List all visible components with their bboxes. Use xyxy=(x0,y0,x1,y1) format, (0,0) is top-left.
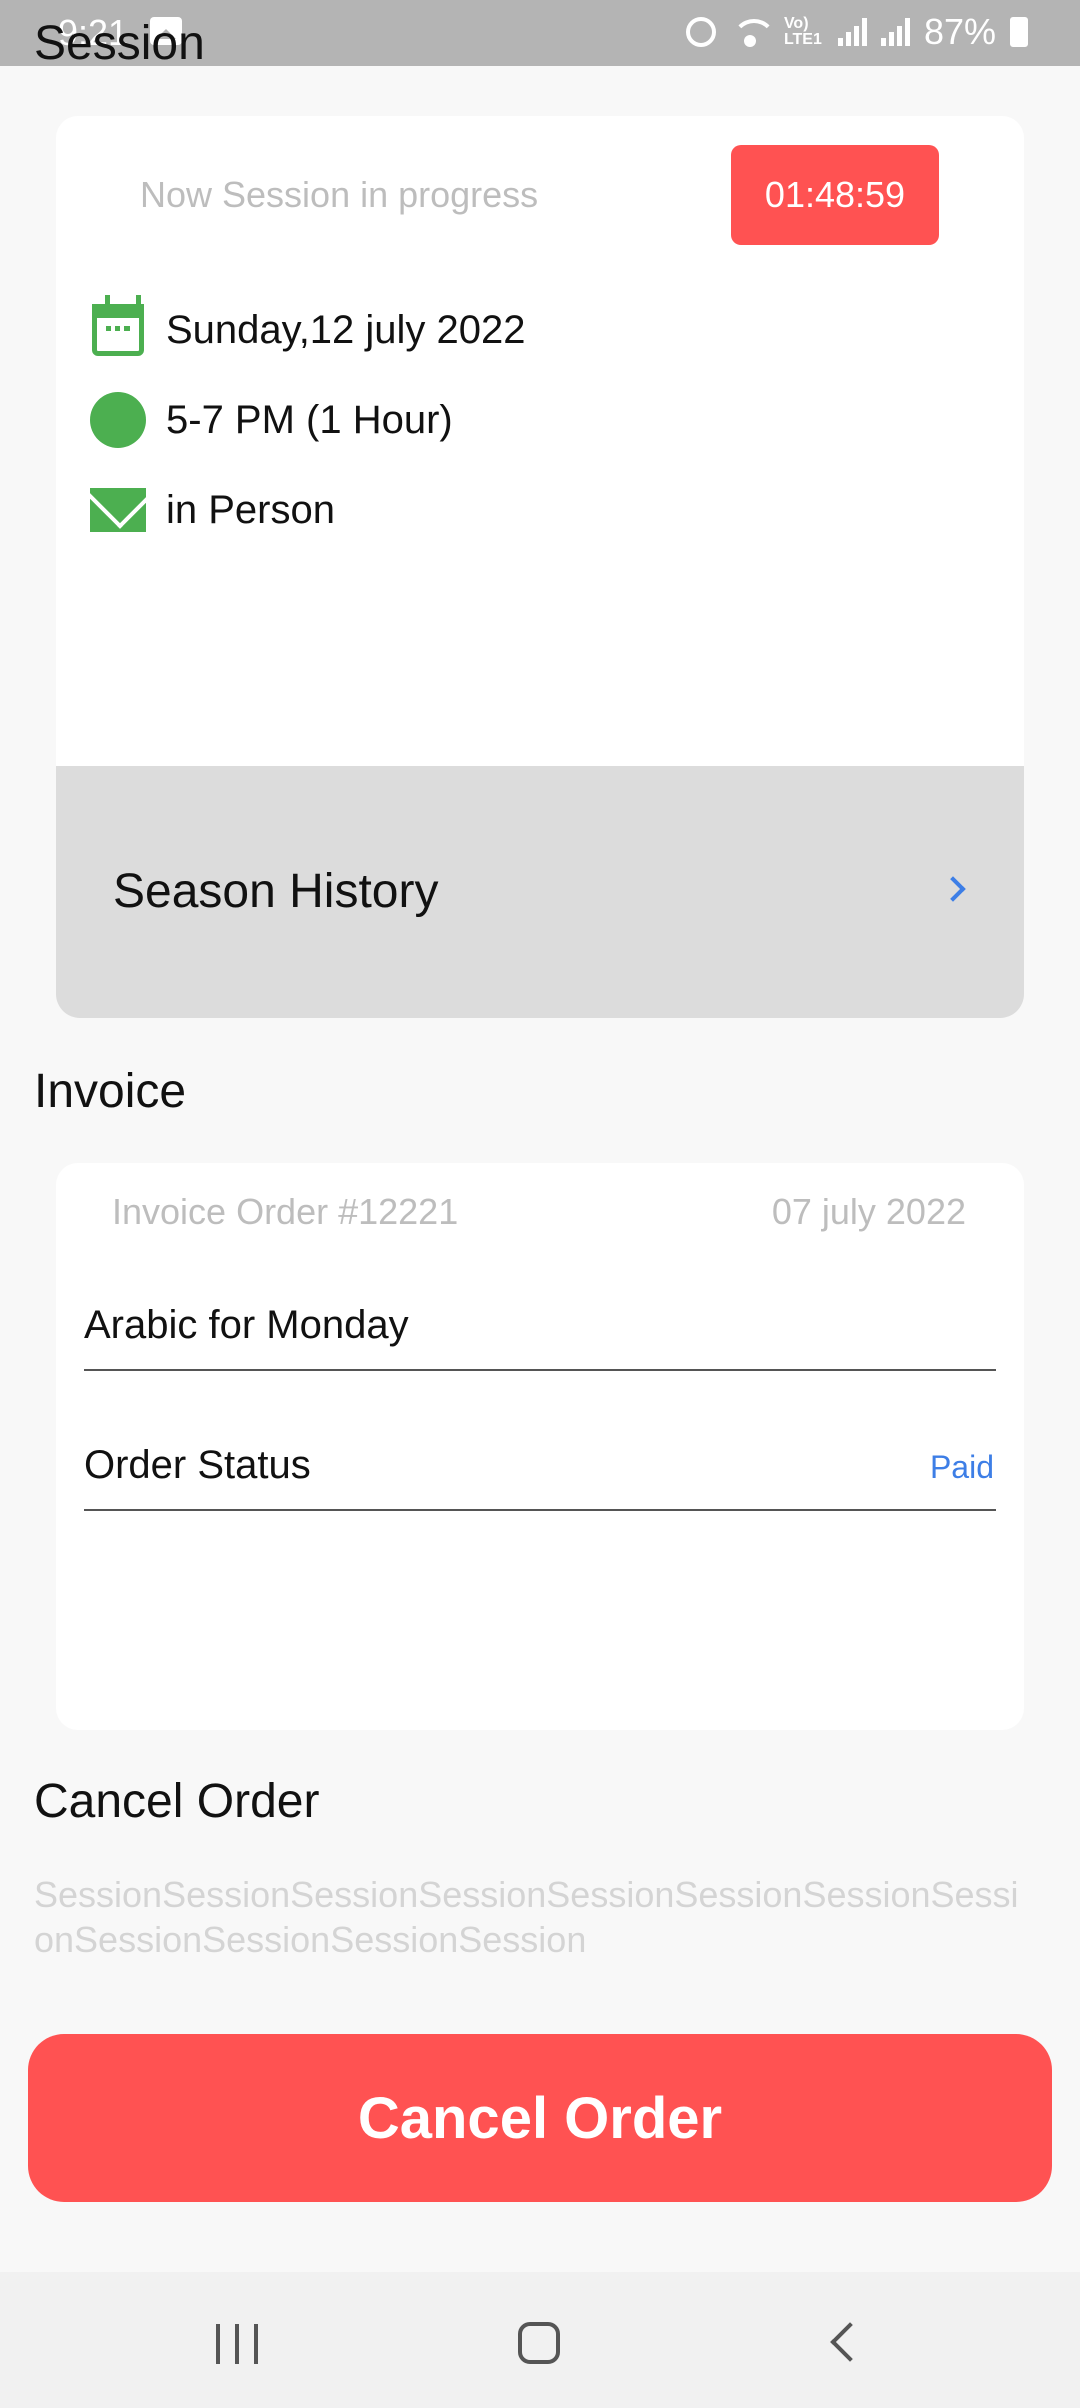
season-history-label: Season History xyxy=(113,865,439,918)
lte-indicator: Vo) LTE1 xyxy=(783,15,822,48)
navigation-bar xyxy=(0,2272,1080,2408)
session-date: Sunday,12 july 2022 xyxy=(166,307,526,352)
session-time-row: 5-7 PM (1 Hour) xyxy=(90,392,453,448)
order-status-label: Order Status xyxy=(84,1443,311,1487)
recents-icon[interactable] xyxy=(216,2324,258,2364)
session-date-row: Sunday,12 july 2022 xyxy=(90,295,526,358)
invoice-order-date: 07 july 2022 xyxy=(771,1191,966,1232)
alarm-icon xyxy=(685,17,716,47)
cancel-order-description: SessionSessionSessionSessionSessionSessi… xyxy=(34,1874,1019,1960)
session-mode: in Person xyxy=(166,487,335,532)
screen: 9:21 Vo) LTE1 87% Session Now Session in… xyxy=(0,0,1080,2408)
mail-icon xyxy=(90,482,146,538)
cancel-order-title: Cancel Order xyxy=(34,1775,320,1828)
invoice-course: Arabic for Monday xyxy=(84,1303,409,1347)
invoice-course-row: Arabic for Monday xyxy=(84,1281,996,1371)
season-history-button[interactable]: Season History xyxy=(56,766,1024,1018)
invoice-card: Invoice Order #12221 07 july 2022 Arabic… xyxy=(56,1163,1024,1730)
status-icons: Vo) LTE1 87% xyxy=(685,11,1028,52)
session-time-range: 5-7 PM (1 Hour) xyxy=(166,397,453,442)
battery-charging-icon xyxy=(1010,17,1028,47)
wifi-icon xyxy=(730,17,776,47)
session-timer-badge: 01:48:59 xyxy=(731,145,939,245)
session-status-text: Now Session in progress xyxy=(140,174,539,215)
session-card: Now Session in progress 01:48:59 Sunday,… xyxy=(56,116,1024,766)
invoice-title: Invoice xyxy=(34,1065,187,1118)
order-status-row: Order Status Paid xyxy=(84,1421,996,1511)
clock-icon xyxy=(90,392,146,448)
invoice-order-number: Invoice Order #12221 xyxy=(112,1191,459,1232)
chevron-right-icon xyxy=(940,876,966,902)
signal-icon xyxy=(837,18,867,46)
cancel-order-button[interactable]: Cancel Order xyxy=(28,2034,1052,2202)
calendar-icon xyxy=(90,295,146,358)
back-icon[interactable] xyxy=(830,2322,870,2362)
battery-percentage: 87% xyxy=(923,11,996,52)
session-title: Session xyxy=(34,17,205,70)
home-icon[interactable] xyxy=(518,2322,560,2364)
order-status-value: Paid xyxy=(929,1449,994,1485)
signal-icon-2 xyxy=(880,18,910,46)
session-mode-row: in Person xyxy=(90,482,335,538)
